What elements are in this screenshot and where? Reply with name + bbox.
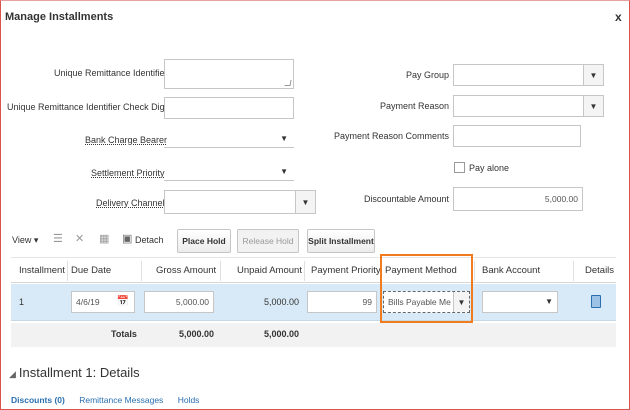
check-digit-field[interactable] — [164, 97, 294, 119]
discountable-amount-label: Discountable Amount — [363, 194, 449, 204]
manage-installments-dialog: Manage Installments x Unique Remittance … — [0, 0, 630, 410]
chevron-down-icon[interactable]: ▼ — [295, 191, 315, 213]
pay-alone-checkbox[interactable] — [454, 162, 465, 173]
column-header-installment[interactable]: Installment — [19, 265, 65, 276]
payment-reason-select[interactable]: ▼ — [453, 95, 604, 117]
payment-reason-label: Payment Reason — [379, 101, 449, 111]
chevron-down-icon[interactable]: ▼ — [583, 96, 603, 116]
payment-reason-comments-label: Payment Reason Comments — [333, 131, 449, 141]
column-separator — [304, 261, 305, 281]
payment-reason-comments-field[interactable] — [453, 125, 581, 147]
due-date-value: 4/6/19 — [76, 297, 100, 307]
column-separator — [67, 261, 68, 281]
bank-charge-bearer-select[interactable]: ▼ — [164, 128, 294, 148]
freeze-icon[interactable]: ▦ — [99, 232, 109, 245]
detach-icon[interactable]: ▣ — [122, 232, 132, 245]
installment-details-section[interactable]: ◢ Installment 1: Details — [9, 365, 140, 380]
resize-handle-icon[interactable] — [284, 80, 292, 86]
split-installment-button[interactable]: Split Installment — [307, 229, 375, 253]
tab-discounts[interactable]: Discounts (0) — [11, 395, 65, 405]
view-menu[interactable]: View ▾ — [12, 235, 38, 246]
column-header-bank-account[interactable]: Bank Account — [482, 265, 540, 276]
bank-account-select[interactable]: ▼ — [482, 291, 558, 313]
dialog-title: Manage Installments — [5, 11, 114, 23]
payment-method-highlight — [380, 254, 473, 323]
format-icon[interactable]: ☰ — [53, 232, 63, 245]
discountable-amount-field[interactable]: 5,000.00 — [453, 187, 583, 211]
totals-row: Totals 5,000.00 5,000.00 — [11, 323, 616, 347]
bank-charge-bearer-label: Bank Charge Bearer — [85, 135, 168, 145]
pay-group-select[interactable]: ▼ — [453, 64, 604, 86]
column-header-details[interactable]: Details — [585, 265, 614, 276]
release-hold-button[interactable]: Release Hold — [237, 229, 299, 253]
tab-holds[interactable]: Holds — [178, 395, 200, 405]
settlement-priority-label: Settlement Priority — [91, 168, 165, 178]
check-digit-label: Unique Remittance Identifier Check Digit — [7, 102, 170, 112]
pay-alone-label: Pay alone — [469, 163, 510, 173]
column-separator — [141, 261, 142, 281]
close-icon[interactable]: x — [615, 10, 622, 24]
unique-remittance-identifier-label: Unique Remittance Identifier — [54, 68, 168, 78]
column-header-due-date[interactable]: Due Date — [71, 265, 111, 276]
table-header-row: Installment Due Date Gross Amount Unpaid… — [11, 257, 616, 283]
settlement-priority-select[interactable]: ▼ — [164, 161, 294, 181]
totals-label: Totals — [111, 329, 137, 339]
totals-unpaid-value: 5,000.00 — [263, 329, 299, 339]
details-icon[interactable] — [591, 295, 601, 308]
delivery-channel-label: Delivery Channel — [96, 198, 165, 208]
details-tabs: Discounts (0) Remittance Messages Holds — [11, 395, 211, 405]
collapse-triangle-icon[interactable]: ◢ — [9, 369, 16, 379]
table-toolbar: View ▾ ☰ ✕ ▦ ▣ Detach Place Hold Release… — [11, 229, 611, 253]
chevron-down-icon[interactable]: ▼ — [545, 297, 553, 306]
chevron-down-icon[interactable]: ▼ — [583, 65, 603, 85]
unique-remittance-identifier-field[interactable] — [164, 59, 294, 89]
section-title: Installment 1: Details — [18, 365, 140, 380]
column-header-unpaid-amount[interactable]: Unpaid Amount — [237, 265, 302, 276]
place-hold-button[interactable]: Place Hold — [177, 229, 231, 253]
gross-amount-input[interactable]: 5,000.00 — [144, 291, 214, 313]
installment-number: 1 — [19, 297, 25, 307]
column-separator — [474, 261, 475, 281]
unpaid-amount-value: 5,000.00 — [263, 297, 299, 307]
totals-gross-value: 5,000.00 — [178, 329, 214, 339]
pay-group-label: Pay Group — [405, 70, 449, 80]
chevron-down-icon: ▼ — [280, 167, 288, 176]
delivery-channel-select[interactable]: ▼ — [164, 190, 316, 214]
column-separator — [220, 261, 221, 281]
column-header-gross-amount[interactable]: Gross Amount — [156, 265, 216, 276]
calendar-icon[interactable]: 📅 — [117, 296, 129, 307]
table-row[interactable]: 1 4/6/19 📅 5,000.00 5,000.00 99 Bills Pa… — [11, 284, 616, 321]
delete-icon[interactable]: ✕ — [75, 232, 84, 245]
payment-priority-input[interactable]: 99 — [307, 291, 377, 313]
due-date-input[interactable]: 4/6/19 📅 — [71, 291, 135, 313]
chevron-down-icon: ▼ — [280, 134, 288, 143]
tab-remittance-messages[interactable]: Remittance Messages — [79, 395, 163, 405]
column-separator — [573, 261, 574, 281]
column-header-payment-priority[interactable]: Payment Priority — [311, 265, 381, 276]
detach-button[interactable]: Detach — [135, 235, 164, 245]
